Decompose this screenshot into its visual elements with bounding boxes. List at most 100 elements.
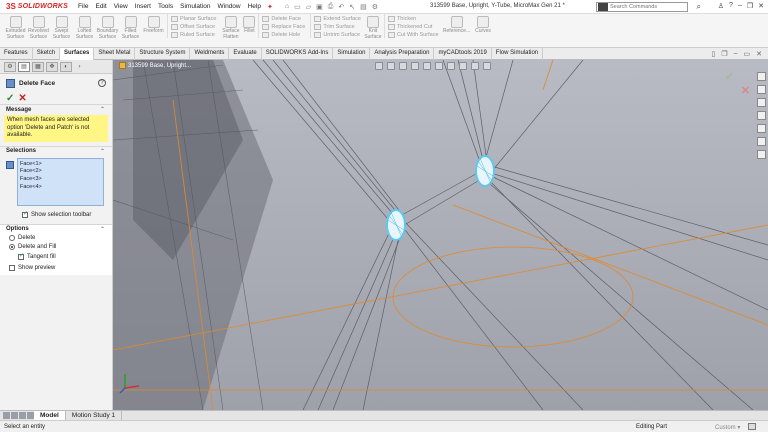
search-input[interactable] — [610, 4, 670, 10]
menu-tools[interactable]: Tools — [158, 3, 173, 10]
doc-minimize-icon[interactable]: – — [734, 50, 738, 58]
tab-features[interactable]: Features — [0, 48, 33, 60]
doc-close-icon[interactable]: ✕ — [756, 50, 762, 58]
freeform-button[interactable]: Freeform — [142, 14, 165, 35]
faces-selection-list[interactable]: Face<1> Face<2> Face<3> Face<4> — [17, 157, 104, 206]
list-item[interactable]: Face<1> — [20, 161, 101, 169]
graphics-area[interactable]: 313599 Base, Upright... ✓ ✕ — [113, 60, 768, 410]
menu-edit[interactable]: Edit — [95, 3, 106, 10]
cancel-x-icon[interactable]: ✕ — [18, 93, 26, 104]
option-delete-radio[interactable] — [9, 235, 15, 241]
swept-surface-button[interactable]: Swept Surface — [50, 14, 73, 40]
replace-face-button[interactable]: Replace Face — [262, 24, 305, 30]
expand-chevron-icon[interactable]: › — [76, 62, 83, 72]
menu-view[interactable]: View — [114, 3, 128, 10]
lofted-surface-button[interactable]: Lofted Surface — [73, 14, 96, 40]
show-preview-checkbox[interactable] — [9, 265, 15, 271]
appearances-icon[interactable] — [756, 124, 766, 133]
apply-scene-icon[interactable] — [471, 62, 479, 70]
configuration-tab-icon[interactable]: ▦ — [32, 61, 44, 72]
doc-maximize-icon[interactable]: ▭ — [744, 50, 751, 58]
cut-with-surface-button[interactable]: Cut With Surface — [387, 32, 439, 38]
offset-surface-button[interactable]: Offset Surface — [171, 24, 216, 30]
home-icon[interactable]: ⌂ — [285, 3, 289, 11]
view-orientation-icon[interactable] — [423, 62, 431, 70]
new-icon[interactable]: ▭ — [294, 3, 301, 11]
tab-flow-simulation[interactable]: Flow Simulation — [492, 48, 544, 60]
collapse-chevron-icon[interactable]: ⌃ — [100, 148, 105, 155]
last-tab-icon[interactable] — [27, 412, 34, 419]
previous-view-icon[interactable] — [399, 62, 407, 70]
untrim-surface-button[interactable]: Untrim Surface — [314, 32, 361, 38]
zoom-to-fit-icon[interactable] — [375, 62, 383, 70]
next-tab-icon[interactable] — [19, 412, 26, 419]
tab-evaluate[interactable]: Evaluate — [229, 48, 262, 60]
save-icon[interactable]: ▣ — [316, 3, 323, 11]
list-item[interactable]: Face<4> — [20, 184, 101, 192]
delete-face-button[interactable]: Delete Face — [262, 16, 305, 22]
edit-appearance-icon[interactable] — [459, 62, 467, 70]
planar-surface-button[interactable]: Planar Surface — [171, 16, 216, 22]
ok-check-icon[interactable]: ✓ — [6, 93, 14, 104]
thickened-cut-button[interactable]: Thickened Cut — [387, 24, 439, 30]
open-icon[interactable]: ▱ — [306, 3, 311, 11]
message-section-header[interactable]: Message ⌃ — [0, 104, 112, 114]
file-explorer-icon[interactable] — [756, 111, 766, 120]
doc-restore-icon[interactable]: ❐ — [721, 50, 727, 58]
tab-weldments[interactable]: Weldments — [190, 48, 230, 60]
reference-geometry-button[interactable]: Reference... — [442, 14, 472, 35]
option-delete-and-fill-radio[interactable] — [9, 244, 15, 250]
tile-icon[interactable]: ▯ — [711, 50, 715, 58]
show-selection-toolbar-checkbox[interactable] — [22, 210, 28, 218]
help-icon[interactable]: ? — [729, 2, 733, 10]
units-selector[interactable]: Custom — [715, 424, 740, 431]
menu-window[interactable]: Window — [217, 3, 240, 10]
feature-tree-tab-icon[interactable]: ⚙ — [4, 61, 16, 72]
show-selection-toolbar-row[interactable]: Show selection toolbar — [0, 210, 112, 220]
tab-surfaces[interactable]: Surfaces — [60, 48, 95, 60]
option-delete-row[interactable]: Delete — [0, 234, 112, 243]
confirm-cancel-icon[interactable]: ✕ — [741, 84, 750, 97]
search-scope-icon[interactable] — [598, 3, 608, 11]
tab-structure-system[interactable]: Structure System — [135, 48, 191, 60]
tangent-fill-checkbox[interactable] — [18, 252, 24, 260]
tab-model[interactable]: Model — [34, 411, 66, 420]
zoom-area-icon[interactable] — [387, 62, 395, 70]
options-icon[interactable]: ⚙ — [372, 3, 378, 11]
thicken-button[interactable]: Thicken — [387, 16, 439, 22]
knit-surface-button[interactable]: Knit Surface — [364, 14, 382, 40]
tab-mycadtools[interactable]: myCADtools 2019 — [434, 48, 492, 60]
prev-tab-icon[interactable] — [11, 412, 18, 419]
tab-motion-study-1[interactable]: Motion Study 1 — [66, 411, 123, 420]
property-manager-tab-icon[interactable]: ▤ — [18, 61, 30, 72]
pin-icon[interactable]: ✦ — [267, 3, 273, 11]
search-icon[interactable]: ⌕ — [697, 2, 701, 12]
print-icon[interactable]: ⎙ — [328, 3, 334, 11]
menu-insert[interactable]: Insert — [135, 3, 151, 10]
user-icon[interactable]: ♙ — [718, 2, 724, 10]
resources-pane-icon[interactable] — [756, 85, 766, 94]
list-item[interactable]: Face<3> — [20, 176, 101, 184]
minimize-icon[interactable]: – — [738, 2, 742, 10]
close-icon[interactable]: ✕ — [758, 2, 764, 10]
fillet-button[interactable]: Fillet — [242, 14, 256, 35]
menu-help[interactable]: Help — [248, 3, 261, 10]
home-pane-icon[interactable] — [756, 72, 766, 81]
ruled-surface-button[interactable]: Ruled Surface — [171, 32, 216, 38]
tab-sketch[interactable]: Sketch — [33, 48, 61, 60]
collapse-chevron-icon[interactable]: ⌃ — [100, 106, 105, 113]
trim-surface-button[interactable]: Trim Surface — [314, 24, 361, 30]
revolved-surface-button[interactable]: Revolved Surface — [27, 14, 50, 40]
tangent-fill-row[interactable]: Tangent fill — [0, 252, 112, 262]
solidworks-logo[interactable]: 3S SOLIDWORKS — [0, 2, 72, 11]
hide-show-items-icon[interactable] — [447, 62, 455, 70]
menu-file[interactable]: File — [78, 3, 88, 10]
design-library-icon[interactable] — [756, 98, 766, 107]
section-view-icon[interactable] — [411, 62, 419, 70]
status-options-icon[interactable] — [748, 423, 756, 430]
confirm-ok-icon[interactable]: ✓ — [725, 70, 734, 83]
tab-analysis-preparation[interactable]: Analysis Preparation — [370, 48, 435, 60]
option-delete-and-fill-row[interactable]: Delete and Fill — [0, 243, 112, 252]
surface-flatten-button[interactable]: Surface Flatten — [219, 14, 242, 40]
restore-icon[interactable]: ❐ — [747, 2, 753, 10]
